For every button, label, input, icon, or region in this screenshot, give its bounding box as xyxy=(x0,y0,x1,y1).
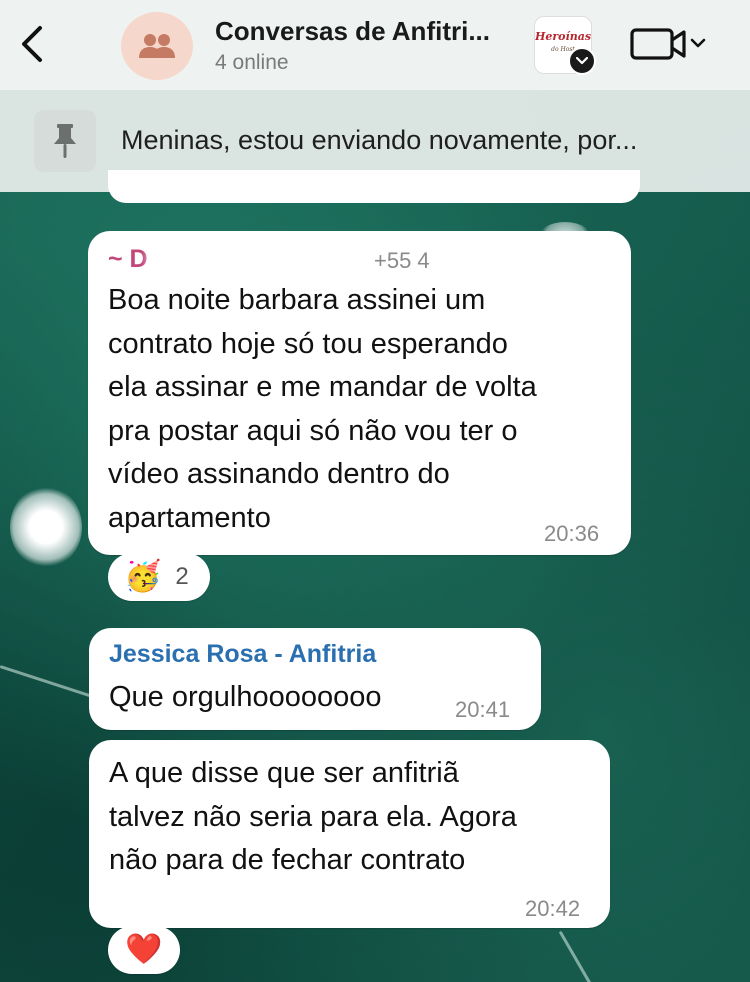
message-text: Boa noite barbara assinei um contrato ho… xyxy=(108,284,537,534)
sender-name[interactable]: ~ D xyxy=(108,245,148,274)
reaction-count: 2 xyxy=(175,563,189,590)
message-time: 20:41 xyxy=(455,697,511,722)
previous-message-bubble xyxy=(108,170,640,203)
message-text: A que disse que ser anfitriã talvez não … xyxy=(109,757,517,876)
sender-phone: +55 4 xyxy=(374,248,430,273)
chat-header: Conversas de Anfitri... 4 online Heroína… xyxy=(0,0,750,90)
message-text: Que orgulhoooooooo xyxy=(109,681,382,713)
party-face-emoji: 🥳 xyxy=(124,560,162,593)
chat-title[interactable]: Conversas de Anfitri... xyxy=(215,16,490,47)
back-button[interactable] xyxy=(14,22,50,66)
online-status: 4 online xyxy=(215,51,289,74)
group-avatar[interactable] xyxy=(121,12,193,80)
group-icon xyxy=(139,34,175,58)
video-camera-icon xyxy=(630,28,706,60)
message-bubble[interactable]: ~ D +55 4 Boa noite barbara assinei um c… xyxy=(88,231,631,555)
pin-icon xyxy=(34,110,96,172)
message-bubble[interactable]: A que disse que ser anfitriã talvez não … xyxy=(89,740,610,928)
message-time: 20:42 xyxy=(525,896,581,921)
wallpaper-foam xyxy=(10,486,82,568)
reaction-pill[interactable]: 🥳 2 xyxy=(108,553,210,601)
wallpaper-wave xyxy=(558,930,592,982)
chevron-down-icon[interactable] xyxy=(568,47,596,75)
message-bubble[interactable]: Jessica Rosa - Anfitria Que orgulhoooooo… xyxy=(89,628,541,730)
redacted-phone xyxy=(448,244,608,274)
pinned-message-text: Meninas, estou enviando novamente, por..… xyxy=(121,125,638,155)
sender-name[interactable]: Jessica Rosa - Anfitria xyxy=(109,640,376,669)
reaction-pill[interactable]: ❤️ xyxy=(108,926,180,974)
heart-emoji: ❤️ xyxy=(125,933,163,966)
logo-text: Heroínas xyxy=(535,30,592,43)
redacted-name xyxy=(148,243,288,273)
chevron-left-icon xyxy=(22,26,42,62)
video-call-button[interactable] xyxy=(628,22,712,66)
message-time: 20:36 xyxy=(544,521,600,546)
